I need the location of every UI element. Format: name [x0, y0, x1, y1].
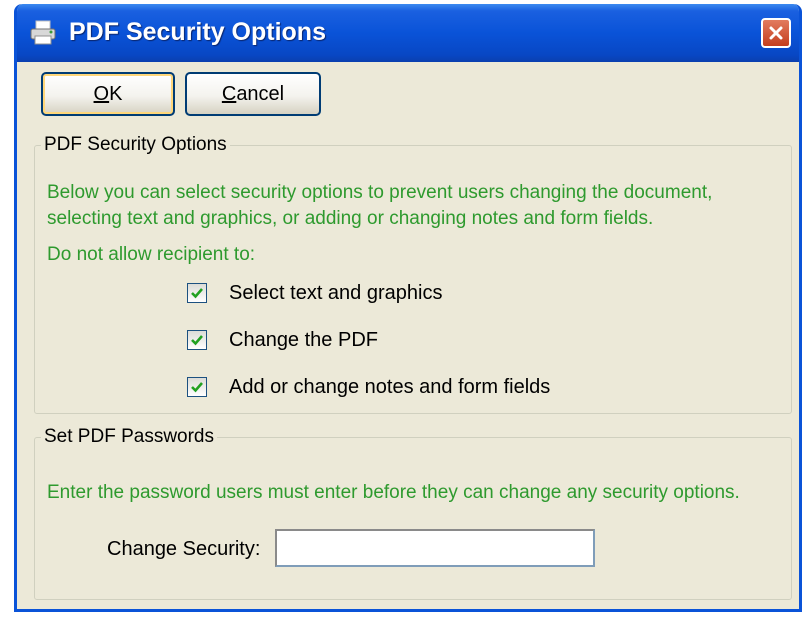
checkbox-change-pdf[interactable] — [187, 330, 207, 350]
restrict-label: Do not allow recipient to: — [47, 244, 256, 265]
change-security-label: Change Security: — [107, 538, 261, 560]
checkmark-icon — [191, 335, 203, 346]
passwords-group: Set PDF Passwords Enter the password use… — [34, 426, 792, 600]
close-icon — [769, 26, 783, 40]
change-security-input[interactable] — [275, 529, 595, 567]
security-description-line2: selecting text and graphics, or adding o… — [47, 208, 654, 229]
security-options-group: PDF Security Options Below you can selec… — [34, 134, 792, 414]
option-select-text[interactable]: Select text and graphics — [187, 280, 442, 306]
dialog-window: PDF Security Options OK Cancel PDF Secur… — [14, 4, 802, 612]
option-change-pdf[interactable]: Change the PDF — [187, 327, 378, 353]
close-button[interactable] — [761, 18, 791, 48]
checkmark-icon — [191, 382, 203, 393]
dialog-client-area: OK Cancel PDF Security Options Below you… — [17, 62, 799, 609]
option-label: Select text and graphics — [229, 281, 443, 304]
password-description: Enter the password users must enter befo… — [47, 482, 740, 503]
passwords-legend: Set PDF Passwords — [44, 426, 214, 447]
option-label: Change the PDF — [229, 328, 378, 351]
checkbox-notes-fields[interactable] — [187, 377, 207, 397]
checkmark-icon — [191, 288, 203, 299]
cancel-button-label: Cancel — [221, 82, 285, 105]
window-title: PDF Security Options — [69, 18, 326, 46]
security-description-line1: Below you can select security options to… — [47, 182, 713, 203]
option-notes-fields[interactable]: Add or change notes and form fields — [187, 374, 550, 400]
ok-button-label: OK — [93, 82, 123, 105]
printer-icon — [30, 20, 56, 45]
checkbox-select-text[interactable] — [187, 283, 207, 303]
ok-button[interactable]: OK — [41, 72, 175, 116]
security-options-legend: PDF Security Options — [44, 134, 227, 155]
cancel-button[interactable]: Cancel — [185, 72, 321, 116]
option-label: Add or change notes and form fields — [229, 375, 551, 398]
title-bar[interactable]: PDF Security Options — [17, 4, 799, 62]
